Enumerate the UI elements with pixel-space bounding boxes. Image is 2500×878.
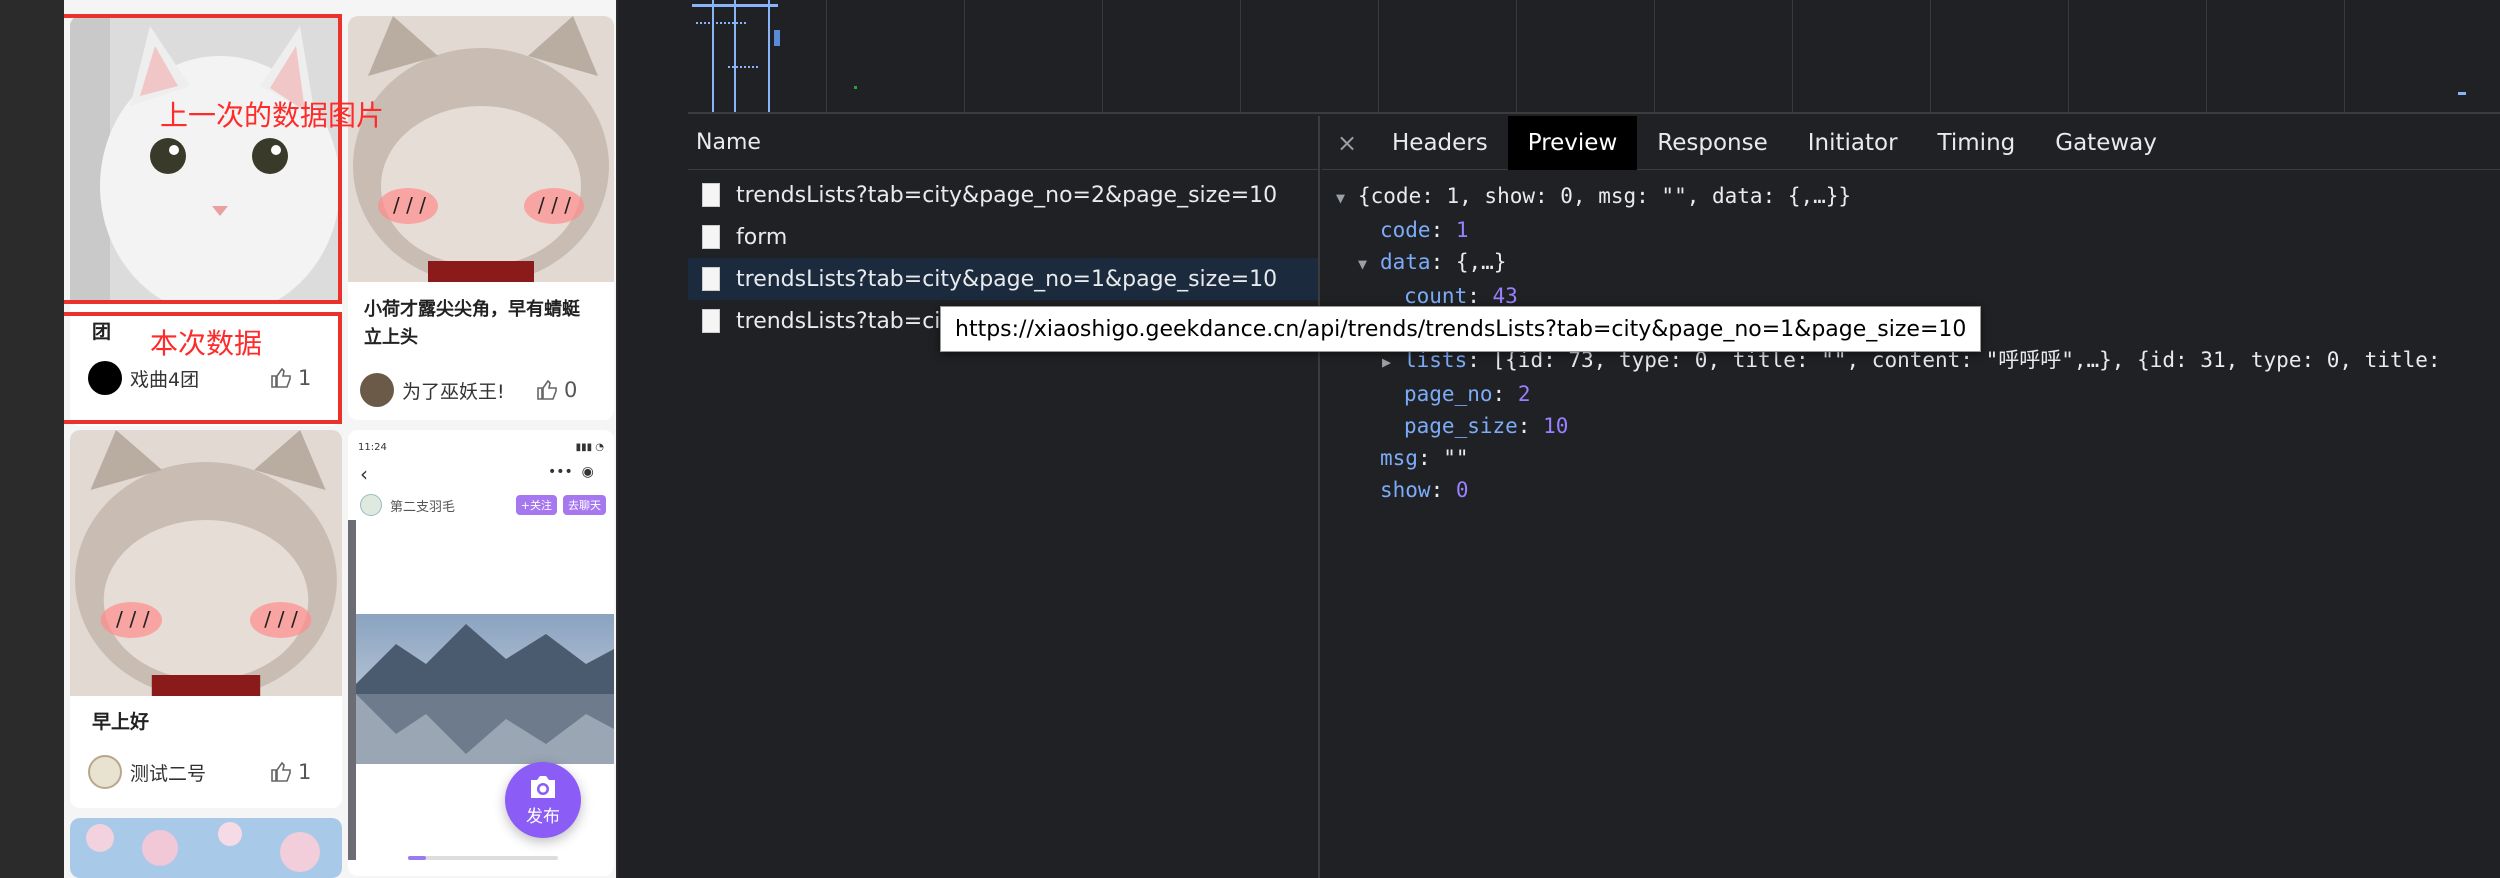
feed-card-2[interactable]: / / / / / / 小荷才露尖尖角，早有蜻蜓立上头 为了巫妖王! 0 <box>348 16 614 420</box>
signal-icon: ▮▮▮ ◔ <box>575 442 604 453</box>
publish-label: 发布 <box>526 806 560 827</box>
network-waterfall[interactable] <box>688 0 2500 114</box>
svg-text:/ / /: / / / <box>538 193 571 217</box>
thumb-up-icon <box>537 379 557 400</box>
follow-button: +关注 <box>515 495 557 515</box>
embedded-status-bar: 11:24 ▮▮▮ ◔ <box>358 442 604 453</box>
request-row[interactable]: form <box>688 216 1318 258</box>
detail-tabs: × Headers Preview Response Initiator Tim… <box>1322 115 2500 170</box>
phone-screen: 团 戏曲4团 1 / / / / / / 小荷才露尖尖角，早有蜻蜓立上头 为了巫… <box>64 0 616 878</box>
annotation-label-previous: 上一次的数据图片 <box>160 99 385 132</box>
publish-button[interactable]: 发布 <box>505 762 581 838</box>
camera-icon <box>531 775 555 798</box>
annotation-label-current: 本次数据 <box>150 327 263 360</box>
request-row[interactable]: trendsLists?tab=city&page_no=2&page_size… <box>688 174 1318 216</box>
status-time: 11:24 <box>358 442 387 453</box>
request-row-selected[interactable]: trendsLists?tab=city&page_no=1&page_size… <box>688 258 1318 300</box>
document-icon <box>702 309 720 333</box>
thumb-up-icon <box>271 761 291 782</box>
chat-button: 去聊天 <box>563 495 606 515</box>
tab-response[interactable]: Response <box>1637 116 1787 170</box>
request-name: trendsLists?tab=city&page_no=2&page_size… <box>736 182 1278 208</box>
feed-card-5-image-blossom[interactable] <box>70 818 342 878</box>
json-line-page-size: page_size: 10 <box>1404 414 1569 438</box>
json-line-page-no: page_no: 2 <box>1404 382 1531 406</box>
svg-text:/ / /: / / / <box>116 607 150 631</box>
card-title: 早上好 <box>92 711 150 733</box>
embedded-user-row: 第二支羽毛 +关注 去聊天 <box>360 494 606 516</box>
tab-timing[interactable]: Timing <box>1918 116 2036 170</box>
json-line-show: show: 0 <box>1380 478 1469 502</box>
tab-gateway[interactable]: Gateway <box>2035 116 2177 170</box>
json-line-code: code: 1 <box>1380 218 1469 242</box>
tab-headers[interactable]: Headers <box>1372 116 1508 170</box>
username: 测试二号 <box>130 762 207 785</box>
avatar <box>88 755 122 789</box>
document-icon <box>702 183 720 207</box>
feed-card-3[interactable]: / / / / / / 早上好 测试二号 1 <box>70 430 342 808</box>
like-count: 1 <box>298 760 312 784</box>
like-count: 0 <box>564 378 578 402</box>
request-name: trendsLists?tab=city&page_no=1&page_size… <box>736 266 1278 292</box>
mobile-preview-area: 团 戏曲4团 1 / / / / / / 小荷才露尖尖角，早有蜻蜓立上头 为了巫… <box>0 0 618 878</box>
card-image-blushing-cat: / / / / / / <box>70 430 342 696</box>
request-name: trendsLists?tab=city <box>736 308 963 334</box>
like-button[interactable]: 1 <box>270 754 311 790</box>
tab-preview[interactable]: Preview <box>1507 115 1638 170</box>
json-line-msg: msg: "" <box>1380 446 1469 470</box>
avatar <box>360 373 394 407</box>
like-button[interactable]: 0 <box>536 372 577 408</box>
card-user[interactable]: 测试二号 <box>88 754 206 790</box>
document-icon <box>702 225 720 249</box>
pagination-dots <box>408 856 558 860</box>
waterfall-dot <box>854 86 857 89</box>
waterfall-bars <box>692 0 782 112</box>
username: 为了巫妖王! <box>402 380 505 403</box>
embedded-username: 第二支羽毛 <box>390 499 456 515</box>
embedded-left-strip <box>348 520 356 860</box>
name-column-header[interactable]: Name <box>688 116 1318 170</box>
tab-initiator[interactable]: Initiator <box>1788 116 1918 170</box>
svg-text:/ / /: / / / <box>393 193 426 217</box>
request-detail-pane: × Headers Preview Response Initiator Tim… <box>1322 115 2500 878</box>
json-root[interactable]: ▼ {code: 1, show: 0, msg: "", data: {,…}} <box>1322 180 2500 214</box>
more-icon: ••• ◉ <box>548 464 594 480</box>
annotation-box-previous <box>64 14 342 304</box>
close-icon[interactable]: × <box>1322 129 1372 157</box>
svg-text:/ / /: / / / <box>264 607 298 631</box>
back-icon: ‹ <box>360 462 368 486</box>
embedded-image-mountain-lake <box>356 614 614 764</box>
url-tooltip: https://xiaoshigo.geekdance.cn/api/trend… <box>940 306 1982 352</box>
request-list-pane: Name trendsLists?tab=city&page_no=2&page… <box>688 116 1320 878</box>
document-icon <box>702 267 720 291</box>
request-name: form <box>736 224 788 250</box>
devtools-panel: Name trendsLists?tab=city&page_no=2&page… <box>688 0 2500 878</box>
avatar <box>360 494 382 516</box>
expand-triangle-icon[interactable]: ▼ <box>1358 248 1380 280</box>
json-line-data[interactable]: ▼ data: {,…} <box>1322 246 2500 280</box>
card-user[interactable]: 为了巫妖王! <box>360 372 505 408</box>
card-title: 小荷才露尖尖角，早有蜻蜓立上头 <box>364 299 580 348</box>
scroll-marker <box>2458 92 2466 95</box>
card-image-blushing-cat: / / / / / / <box>348 16 614 282</box>
expand-triangle-icon[interactable]: ▼ <box>1336 182 1358 214</box>
